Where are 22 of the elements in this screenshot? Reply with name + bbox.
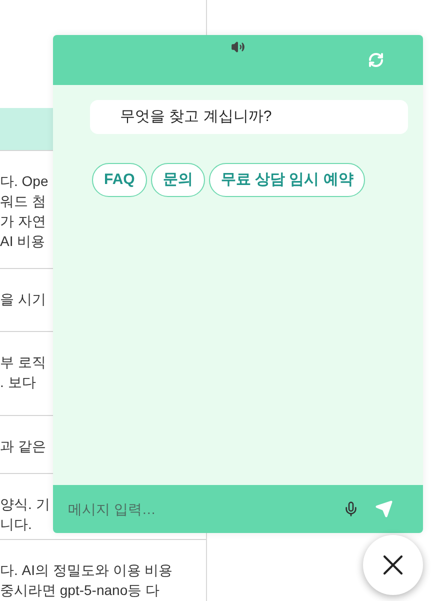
- quick-reply-button[interactable]: FAQ: [92, 163, 147, 197]
- table-cell-text: 양식. 기: [0, 495, 50, 514]
- chat-message: 무엇을 찾고 계십니까?: [90, 100, 408, 134]
- table-cell-text: 니다.: [0, 515, 32, 534]
- table-cell-text: AI 비용: [0, 232, 46, 251]
- message-input[interactable]: 메시지 입력…: [68, 498, 343, 520]
- refresh-icon: [368, 52, 384, 68]
- table-cell-text: 워드 첨: [0, 192, 46, 211]
- close-button[interactable]: [363, 535, 423, 595]
- message-input-bar[interactable]: 메시지 입력…: [53, 485, 423, 533]
- table-cell-text: 가 자연: [0, 212, 46, 231]
- table-cell-text: 부 로직: [0, 353, 46, 372]
- quick-reply-button[interactable]: 무료 상담 임시 예약: [208, 163, 366, 197]
- table-cell-text: 다. AI의 정밀도와 이용 비용: [0, 561, 173, 580]
- table-cell-text: 중시라면 gpt-5-nano등 다: [0, 581, 160, 600]
- table-cell-text: 을 시기: [0, 290, 46, 309]
- table-cell-text: 다. Ope: [0, 172, 48, 191]
- quick-reply-button[interactable]: 문의: [150, 163, 205, 197]
- table-cell-text: . 보다: [0, 373, 36, 392]
- table-cell-text: 과 같은: [0, 437, 46, 456]
- speaker-icon[interactable]: [231, 40, 245, 54]
- microphone-icon[interactable]: [343, 501, 359, 517]
